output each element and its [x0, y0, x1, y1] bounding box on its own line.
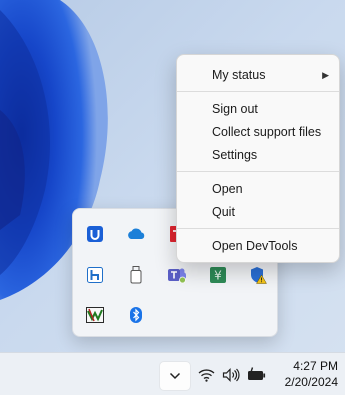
menu-item-label: Open DevTools: [212, 239, 298, 253]
menu-item-sign-out[interactable]: Sign out: [181, 98, 335, 120]
menu-separator: [177, 171, 339, 172]
app-context-menu: My status ▶ Sign out Collect support fil…: [176, 54, 340, 263]
menu-item-collect-support-files[interactable]: Collect support files: [181, 121, 335, 143]
wifi-icon: [198, 368, 215, 387]
taskbar-clock[interactable]: 4:27 PM 2/20/2024: [278, 358, 338, 390]
hamachi-h-icon[interactable]: [83, 263, 107, 287]
yuan-app-icon[interactable]: ¥: [206, 263, 230, 287]
menu-item-label: Settings: [212, 148, 258, 162]
show-desktop-edge[interactable]: [341, 375, 345, 383]
battery-charging-icon: [247, 367, 267, 387]
bluetooth-icon[interactable]: [124, 303, 148, 327]
chevron-down-icon: [169, 372, 181, 380]
quick-settings-button[interactable]: [196, 361, 274, 391]
menu-item-label: My status: [212, 68, 266, 82]
menu-item-quit[interactable]: Quit: [181, 201, 335, 223]
submenu-arrow-icon: ▶: [322, 70, 329, 80]
menu-item-label: Sign out: [212, 102, 258, 116]
clock-time: 4:27 PM: [293, 359, 338, 373]
menu-item-settings[interactable]: Settings: [181, 144, 335, 166]
speaker-icon: [222, 368, 240, 387]
show-hidden-icons-button[interactable]: [159, 361, 191, 391]
taskbar: 4:27 PM 2/20/2024: [0, 352, 345, 395]
menu-item-label: Open: [212, 182, 243, 196]
menu-separator: [177, 91, 339, 92]
menu-item-open-devtools[interactable]: Open DevTools: [181, 235, 335, 257]
menu-item-my-status[interactable]: My status ▶: [181, 64, 335, 86]
onedrive-icon[interactable]: [124, 222, 148, 246]
usb-drive-icon[interactable]: [124, 263, 148, 287]
teams-icon[interactable]: [165, 263, 189, 287]
svg-text:¥: ¥: [214, 269, 222, 283]
speccy-app-icon[interactable]: [83, 303, 107, 327]
menu-item-label: Collect support files: [212, 125, 322, 139]
menu-item-open[interactable]: Open: [181, 178, 335, 200]
menu-item-label: Quit: [212, 205, 235, 219]
clock-date: 2/20/2024: [284, 375, 338, 389]
menu-separator: [177, 228, 339, 229]
windows-security-warning-icon[interactable]: [246, 263, 270, 287]
ugreen-app-icon[interactable]: [83, 222, 107, 246]
